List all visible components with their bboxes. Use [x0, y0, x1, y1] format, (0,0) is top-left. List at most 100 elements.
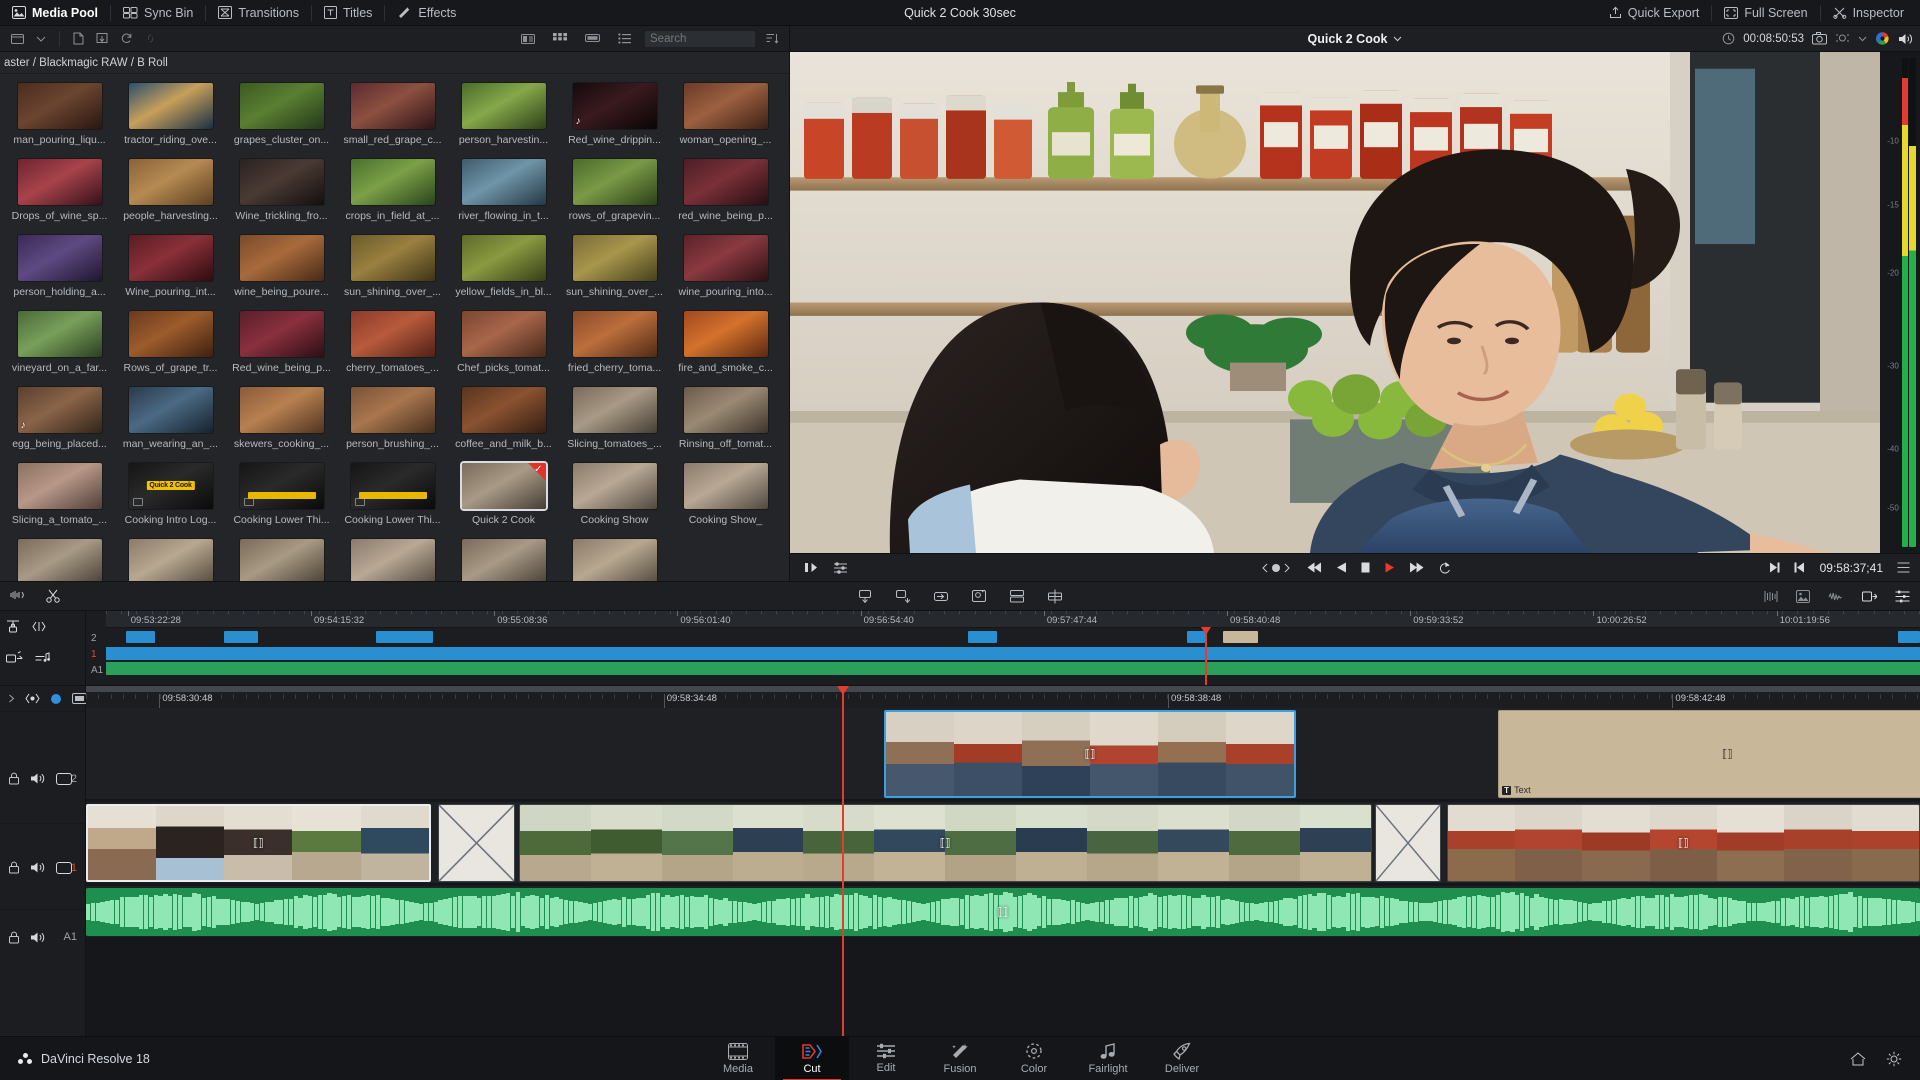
- clip-thumbnail[interactable]: [127, 386, 214, 434]
- media-pool-item[interactable]: Rows_of_grape_tr...: [115, 310, 226, 374]
- chevron-down-icon[interactable]: [30, 29, 52, 49]
- clip-thumbnail[interactable]: [349, 234, 436, 282]
- media-pool-item[interactable]: Red_wine_being_p...: [226, 310, 337, 374]
- media-pool-item[interactable]: person_brushing_...: [337, 386, 448, 450]
- media-pool-item[interactable]: Cooking Lower Thi...: [226, 462, 337, 526]
- timeline-options-icon[interactable]: [1895, 590, 1910, 603]
- media-pool-item[interactable]: ✓ Quick 2 Cook: [448, 462, 559, 526]
- clip-thumbnail[interactable]: [16, 538, 103, 581]
- track-header-v1[interactable]: 1: [0, 826, 85, 910]
- clip-thumbnail[interactable]: Quick 2 Cook: [127, 462, 214, 510]
- media-pool-item[interactable]: Cooking Show_tvc: [4, 538, 115, 581]
- clip-thumbnail[interactable]: [238, 462, 325, 510]
- mute-icon[interactable]: [30, 772, 46, 785]
- media-pool-item[interactable]: Cooking Show_: [670, 462, 781, 526]
- toolbar-effects[interactable]: Effects: [385, 0, 468, 25]
- media-pool-item[interactable]: fire_and_smoke_c...: [670, 310, 781, 374]
- media-pool-item[interactable]: ♪ Red_wine_drippin...: [559, 82, 670, 146]
- clip-thumbnail[interactable]: [238, 310, 325, 358]
- timeline-name-selector[interactable]: Quick 2 Cook: [1308, 32, 1403, 46]
- viewer-options-icon[interactable]: [1835, 32, 1850, 45]
- media-pool-item[interactable]: small_red_grape_c...: [337, 82, 448, 146]
- timeline-playhead[interactable]: [836, 686, 849, 1036]
- toolbar-transitions[interactable]: Transitions: [206, 0, 311, 25]
- chevron-right-icon[interactable]: [8, 694, 15, 703]
- overview-clip-block[interactable]: [376, 631, 433, 643]
- search-input[interactable]: [645, 30, 755, 47]
- media-pool-item[interactable]: Slicing_a_tomato_...: [4, 462, 115, 526]
- filmstrip-view-icon[interactable]: [517, 29, 539, 49]
- inspector-button[interactable]: Inspector: [1821, 0, 1916, 25]
- media-pool-grid-scroll[interactable]: man_pouring_liqu... tractor_riding_ove...…: [0, 74, 789, 581]
- clip-thumbnail[interactable]: [349, 538, 436, 581]
- timeline-clip-v2-1[interactable]: ⟦⟧: [883, 710, 1297, 798]
- mark-in-icon[interactable]: [1794, 561, 1806, 574]
- media-pool-item[interactable]: Millie's Moments ...: [115, 538, 226, 581]
- smart-insert-icon[interactable]: [857, 589, 873, 604]
- media-pool-item[interactable]: Rinsing_off_tomat...: [670, 386, 781, 450]
- clip-thumbnail[interactable]: [682, 82, 769, 130]
- link-icon[interactable]: [139, 29, 161, 49]
- clip-thumbnail[interactable]: [571, 386, 658, 434]
- timeline-view-icon[interactable]: [1862, 590, 1877, 603]
- timeline-track-v1[interactable]: ⟦⟧ ⟦⟧ ⟦⟧: [86, 802, 1920, 884]
- media-pool-item[interactable]: ♪ egg_being_placed...: [4, 386, 115, 450]
- timeline-clip-v1-1[interactable]: ⟦⟧: [86, 804, 431, 882]
- viewer-mode-icon[interactable]: [833, 561, 848, 574]
- mark-out-icon[interactable]: [1768, 561, 1780, 574]
- play-icon[interactable]: [1384, 561, 1395, 574]
- sync-clip-icon[interactable]: [1764, 590, 1778, 603]
- previous-marker-icon[interactable]: [1259, 562, 1293, 574]
- page-tab-cut[interactable]: Cut: [775, 1036, 849, 1080]
- clip-thumbnail[interactable]: [460, 538, 547, 581]
- video-enable-icon[interactable]: [56, 772, 72, 785]
- media-pool-item[interactable]: cherry_tomatoes_...: [337, 310, 448, 374]
- media-pool-item[interactable]: man_wearing_an_...: [115, 386, 226, 450]
- clip-thumbnail[interactable]: [571, 538, 658, 581]
- clip-thumbnail[interactable]: [127, 310, 214, 358]
- page-tab-edit[interactable]: Edit: [849, 1037, 923, 1080]
- media-pool-item[interactable]: Wine_trickling_fro...: [226, 158, 337, 222]
- clip-thumbnail[interactable]: [460, 82, 547, 130]
- clip-thumbnail[interactable]: [682, 234, 769, 282]
- timeline-clip-v1-2[interactable]: ⟦⟧: [518, 804, 1372, 882]
- video-only-icon[interactable]: [6, 651, 23, 664]
- append-icon[interactable]: [895, 589, 911, 604]
- media-pool-item[interactable]: skewers_cooking_...: [226, 386, 337, 450]
- clip-thumbnail[interactable]: [571, 462, 658, 510]
- overview-clip-block[interactable]: [223, 631, 259, 643]
- timeline-track-a1[interactable]: ⟦⟧: [86, 886, 1920, 938]
- media-pool-item[interactable]: red_wine_being_p...: [670, 158, 781, 222]
- sort-order-icon[interactable]: [761, 29, 783, 49]
- clip-thumbnail[interactable]: [460, 386, 547, 434]
- quick-export-button[interactable]: Quick Export: [1597, 0, 1712, 25]
- storyboard-view-icon[interactable]: [581, 29, 603, 49]
- lock-icon[interactable]: [8, 772, 20, 785]
- place-on-top-icon[interactable]: [1009, 589, 1025, 604]
- full-screen-button[interactable]: Full Screen: [1712, 0, 1819, 25]
- clip-thumbnail[interactable]: ♪: [571, 82, 658, 130]
- clip-thumbnail[interactable]: [238, 158, 325, 206]
- clip-thumbnail[interactable]: [682, 310, 769, 358]
- mute-icon[interactable]: [30, 931, 46, 944]
- scissors-icon[interactable]: [46, 589, 60, 603]
- lock-icon[interactable]: [8, 931, 20, 944]
- timeline-transition-2[interactable]: [1375, 804, 1442, 882]
- media-pool-item[interactable]: wine_pouring_into...: [670, 234, 781, 298]
- toolbar-sync-bin[interactable]: Sync Bin: [111, 0, 205, 25]
- play-reverse-icon[interactable]: [1336, 561, 1347, 574]
- snapshot-icon[interactable]: [1812, 32, 1827, 45]
- media-pool-item[interactable]: Cooking Show: [559, 462, 670, 526]
- scroll-bar[interactable]: [86, 686, 1920, 692]
- overview-clip-block[interactable]: [125, 631, 155, 643]
- lock-icon[interactable]: [8, 861, 20, 874]
- clip-thumbnail[interactable]: [238, 386, 325, 434]
- clip-thumbnail[interactable]: [460, 310, 547, 358]
- overview-body[interactable]: 09:53:22:28 09:54:15:32 09:55:08:36 09:56:0…: [106, 611, 1920, 685]
- overview-clip-block[interactable]: [1898, 631, 1920, 643]
- media-pool-item[interactable]: woman_opening_...: [670, 82, 781, 146]
- refresh-icon[interactable]: [115, 29, 137, 49]
- import-media-icon[interactable]: [91, 29, 113, 49]
- track-header-a1[interactable]: A1: [0, 912, 85, 962]
- media-pool-item[interactable]: river_flowing_in_t...: [448, 158, 559, 222]
